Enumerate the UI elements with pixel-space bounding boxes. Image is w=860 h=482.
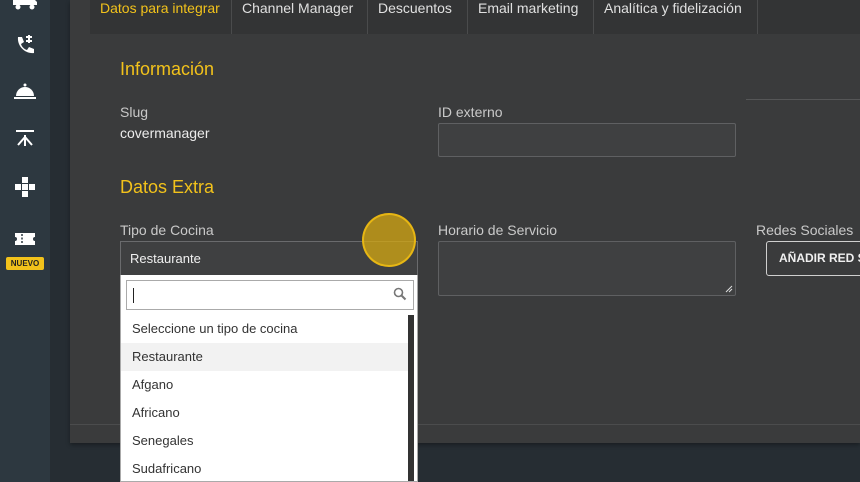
info-section-title: Información [120,59,215,79]
table-icon[interactable] [0,124,50,152]
tab-channel-manager[interactable]: Channel Manager [232,0,368,34]
truck-icon[interactable] [0,0,50,16]
add-social-button[interactable]: AÑADIR RED SOCIAL [766,241,860,276]
schedule-textarea[interactable] [438,241,736,296]
external-id-label: ID externo [438,104,503,120]
schedule-label: Horario de Servicio [438,222,558,238]
option-senegales[interactable]: Senegales [121,427,409,455]
resize-handle-icon[interactable] [725,285,733,293]
tab-bar: Datos para integrar Channel Manager Desc… [90,0,860,34]
option-africano[interactable]: Africano [121,399,409,427]
slug-label: Slug [120,104,149,120]
cuisine-dropdown: Seleccione un tipo de cocina Restaurante… [120,275,418,482]
sidebar: NUEVO [0,0,50,482]
tab-email-marketing[interactable]: Email marketing [468,0,594,34]
ticket-icon[interactable] [0,225,50,253]
option-placeholder[interactable]: Seleccione un tipo de cocina [121,315,409,343]
cuisine-label: Tipo de Cocina [120,222,214,238]
cloche-icon[interactable] [0,77,50,105]
new-badge: NUEVO [6,257,44,270]
option-afgano[interactable]: Afgano [121,371,409,399]
external-id-input[interactable] [438,123,736,157]
option-restaurante[interactable]: Restaurante [121,343,409,371]
cuisine-search-input[interactable] [126,280,414,310]
click-indicator [362,213,416,267]
search-icon [393,287,407,301]
tab-datos-para-integrar[interactable]: Datos para integrar [90,0,232,34]
phone-transfer-icon[interactable] [0,31,50,59]
extra-section-title: Datos Extra [120,177,215,197]
cuisine-option-list: Seleccione un tipo de cocina Restaurante… [121,315,409,481]
dropdown-scrollbar[interactable] [408,315,414,481]
option-sudafricano[interactable]: Sudafricano [121,455,409,481]
section-divider [746,99,860,100]
social-label: Redes Sociales [756,222,854,238]
text-caret [133,288,134,303]
slug-value: covermanager [120,125,210,141]
tab-analitica-fidelizacion[interactable]: Analítica y fidelización [594,0,758,34]
gamepad-icon[interactable] [0,173,50,201]
tab-descuentos[interactable]: Descuentos [368,0,468,34]
